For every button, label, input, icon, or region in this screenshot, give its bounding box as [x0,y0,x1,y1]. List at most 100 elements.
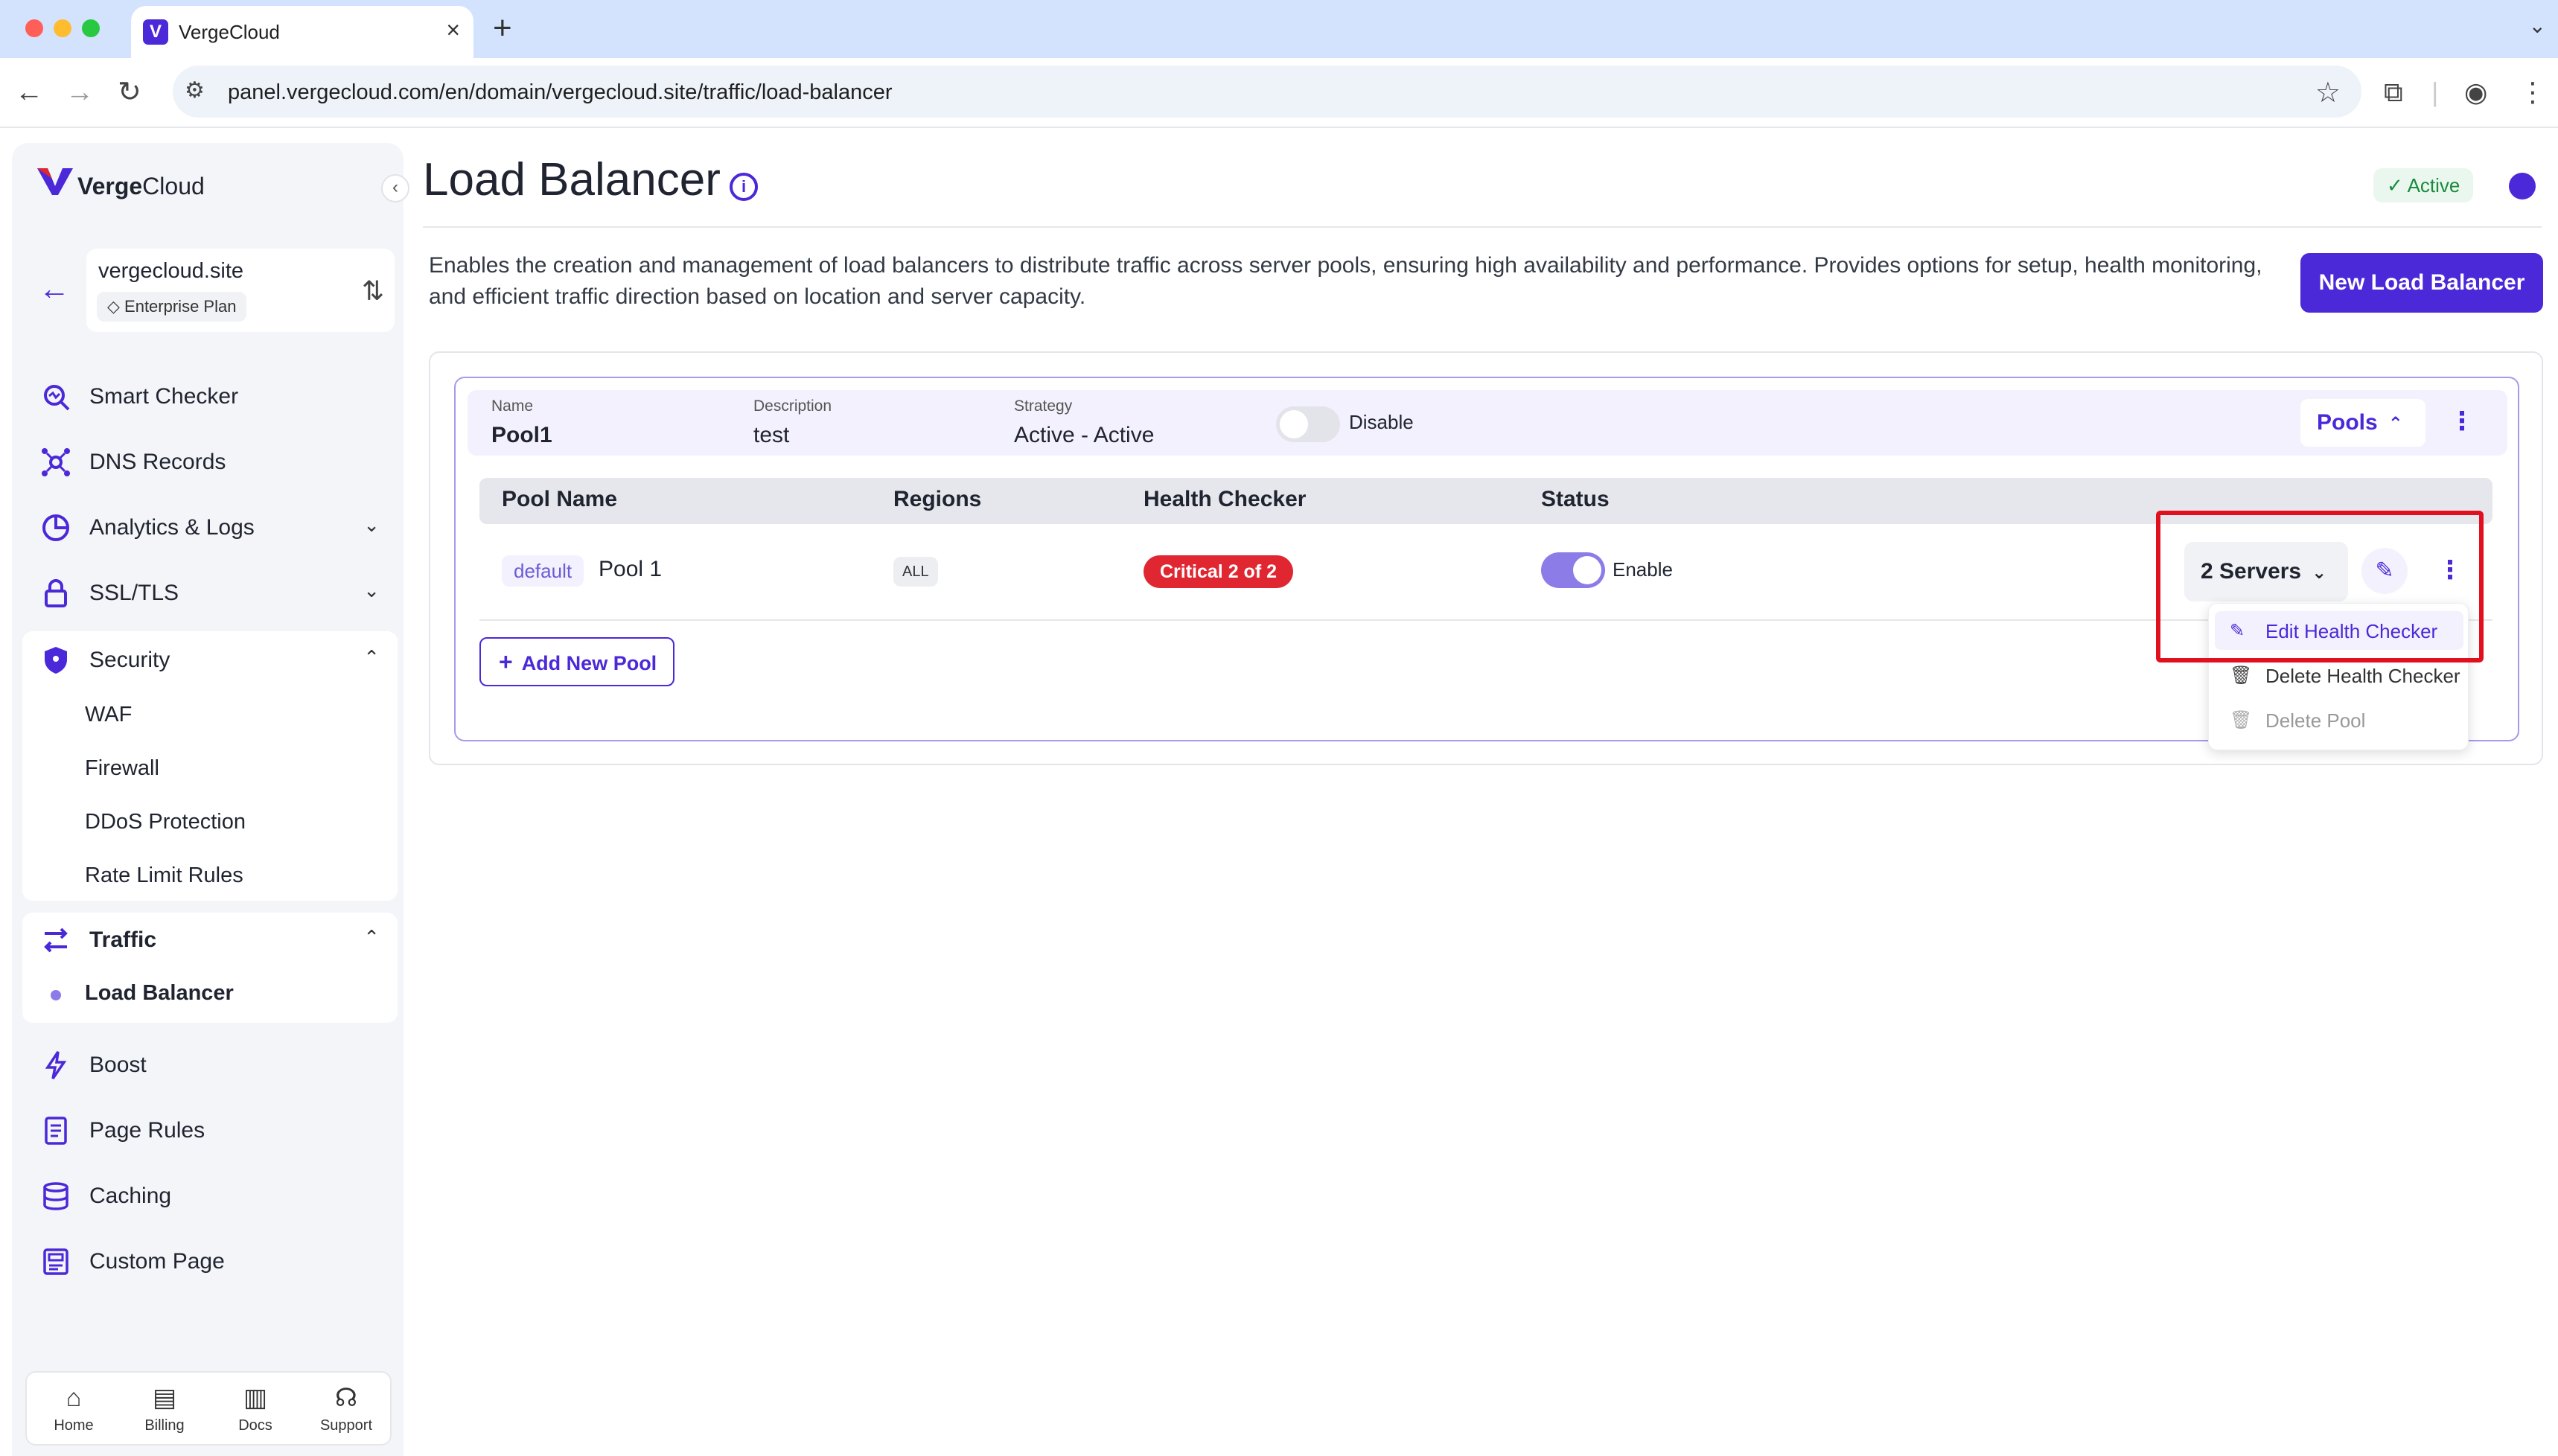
page-description: Enables the creation and management of l… [429,253,2262,309]
sidebar-item-label: Boost [89,1053,147,1077]
browser-menu-icon[interactable]: ⋮ [2519,76,2546,109]
pools-toggle-button[interactable]: Pools ⌃ [2300,399,2425,447]
name-label: Name [491,397,534,415]
address-bar[interactable]: ⚙ panel.vergecloud.com/en/domain/vergecl… [173,66,2361,118]
vergecloud-favicon-icon: V [143,19,168,45]
trash-icon: 🗑 [2230,665,2253,686]
sidebar-item-dns-records[interactable]: DNS Records [28,439,393,484]
sidebar-item-boost[interactable]: Boost [28,1042,393,1087]
sidebar-item-caching[interactable]: Caching [28,1173,393,1218]
browser-tab[interactable]: V VergeCloud × [131,6,473,58]
smart-checker-icon [44,385,70,411]
column-header-health-checker: Health Checker [1144,487,1307,511]
dns-network-icon [42,448,70,476]
chevron-up-icon: ⌃ [363,926,380,948]
browser-tab-bar: V VergeCloud × + ⌄ [0,0,2558,58]
bottom-nav-support[interactable]: ☊ Support [305,1383,387,1434]
custom-page-icon [43,1248,68,1275]
forward-arrow-icon[interactable]: → [66,74,94,110]
sidebar-item-traffic[interactable]: Traffic ⌃ [28,917,393,962]
info-icon[interactable]: i [730,173,758,201]
sidebar-item-label: DNS Records [89,450,226,474]
bottom-nav-label: Billing [144,1417,185,1434]
database-icon [43,1182,68,1210]
window-minimize-button[interactable] [54,19,71,37]
user-avatar-icon[interactable] [2509,173,2536,199]
strategy-label: Strategy [1014,397,1073,415]
bookmark-star-icon[interactable]: ☆ [2315,76,2341,109]
sidebar-item-smart-checker[interactable]: Smart Checker [28,374,393,418]
switch-domain-icon[interactable]: ⇅ [362,275,384,307]
sidebar-item-custom-page[interactable]: Custom Page [28,1239,393,1283]
menu-item-delete-pool[interactable]: 🗑 Delete Pool [2215,700,2463,739]
bottom-nav-label: Support [319,1417,373,1434]
menu-item-label: Delete Pool [2265,709,2366,732]
window-close-button[interactable] [25,19,43,37]
brand-name: VergeCloud [77,173,205,199]
bottom-nav-docs[interactable]: ▥ Docs [214,1383,296,1434]
back-to-domains-arrow-icon[interactable]: ← [39,271,70,307]
sidebar-sub-item-waf[interactable]: WAF [85,703,132,727]
chevron-down-icon: ⌄ [363,514,380,536]
lb-name: Pool1 [491,423,552,447]
new-load-balancer-button[interactable]: New Load Balancer [2300,253,2543,313]
sidebar-sub-item-firewall[interactable]: Firewall [85,756,159,781]
extensions-icon[interactable]: ⧉ [2384,76,2403,109]
sidebar-item-security[interactable]: Security ⌃ [28,637,393,682]
browser-toolbar: ← → ↻ ⚙ panel.vergecloud.com/en/domain/v… [0,58,2558,128]
plus-icon: + [499,648,513,675]
new-tab-icon[interactable]: + [493,10,512,46]
pool-enable-toggle[interactable] [1541,552,1605,588]
site-settings-icon[interactable]: ⚙ [185,77,205,103]
sidebar-item-analytics-logs[interactable]: Analytics & Logs ⌄ [28,505,393,549]
sidebar-item-label: SSL/TLS [89,581,179,605]
description-label: Description [753,397,832,415]
bottom-nav-billing[interactable]: ▤ Billing [124,1383,205,1434]
trash-icon: 🗑 [2230,710,2253,730]
traffic-arrows-icon [44,927,68,953]
diamond-icon: ◇ [107,297,125,316]
url-text: panel.vergecloud.com/en/domain/vergeclou… [228,80,893,104]
chevron-up-icon: ⌃ [363,646,380,668]
billing-receipt-icon: ▤ [152,1384,177,1412]
domain-card[interactable]: vergecloud.site ◇ Enterprise Plan ⇅ [86,249,395,332]
toggle-label: Disable [1349,411,1414,433]
tab-list-chevron-icon[interactable]: ⌄ [2529,13,2546,38]
tab-close-icon[interactable]: × [446,16,460,44]
lb-more-menu-icon[interactable]: ⋮ [2449,406,2475,436]
sidebar-item-label: Smart Checker [89,384,239,409]
menu-item-label: Delete Health Checker [2265,665,2460,687]
sidebar-item-page-rules[interactable]: Page Rules [28,1108,393,1152]
docs-book-icon: ▥ [243,1384,268,1412]
bottom-nav-label: Home [54,1417,94,1434]
check-icon: ✓ [2387,174,2408,197]
chevron-up-icon: ⌃ [2388,414,2403,434]
add-new-pool-button[interactable]: + Add New Pool [479,637,674,686]
lock-icon [45,579,67,607]
health-status-badge: Critical 2 of 2 [1144,555,1293,588]
sidebar-item-label: Page Rules [89,1118,205,1143]
plan-badge: ◇ Enterprise Plan [97,292,247,322]
sidebar-item-label: Caching [89,1184,172,1208]
sidebar-item-label: Traffic [89,927,157,952]
bottom-nav-home[interactable]: ⌂ Home [33,1383,115,1434]
collapse-sidebar-chevron-icon[interactable]: ‹ [381,174,409,202]
sidebar-sub-item-load-balancer[interactable]: Load Balancer [85,981,234,1006]
sidebar-item-ssl-tls[interactable]: SSL/TLS ⌄ [28,570,393,615]
default-tag: default [502,555,584,587]
back-arrow-icon[interactable]: ← [15,74,43,110]
sidebar-item-label: Analytics & Logs [89,515,255,540]
active-item-dot [51,990,61,1000]
column-header-regions: Regions [893,487,982,511]
lb-enable-toggle[interactable] [1276,406,1340,442]
support-headset-icon: ☊ [334,1384,358,1412]
window-maximize-button[interactable] [82,19,100,37]
domain-name: vergecloud.site [98,259,244,283]
sidebar-item-label: Security [89,648,170,672]
lb-strategy: Active - Active [1014,423,1155,447]
sidebar-sub-item-ddos-protection[interactable]: DDoS Protection [85,810,246,834]
profile-icon[interactable]: ◉ [2464,76,2487,109]
reload-icon[interactable]: ↻ [118,74,141,110]
toolbar-divider: | [2431,77,2439,107]
sidebar-sub-item-rate-limit-rules[interactable]: Rate Limit Rules [85,863,243,888]
